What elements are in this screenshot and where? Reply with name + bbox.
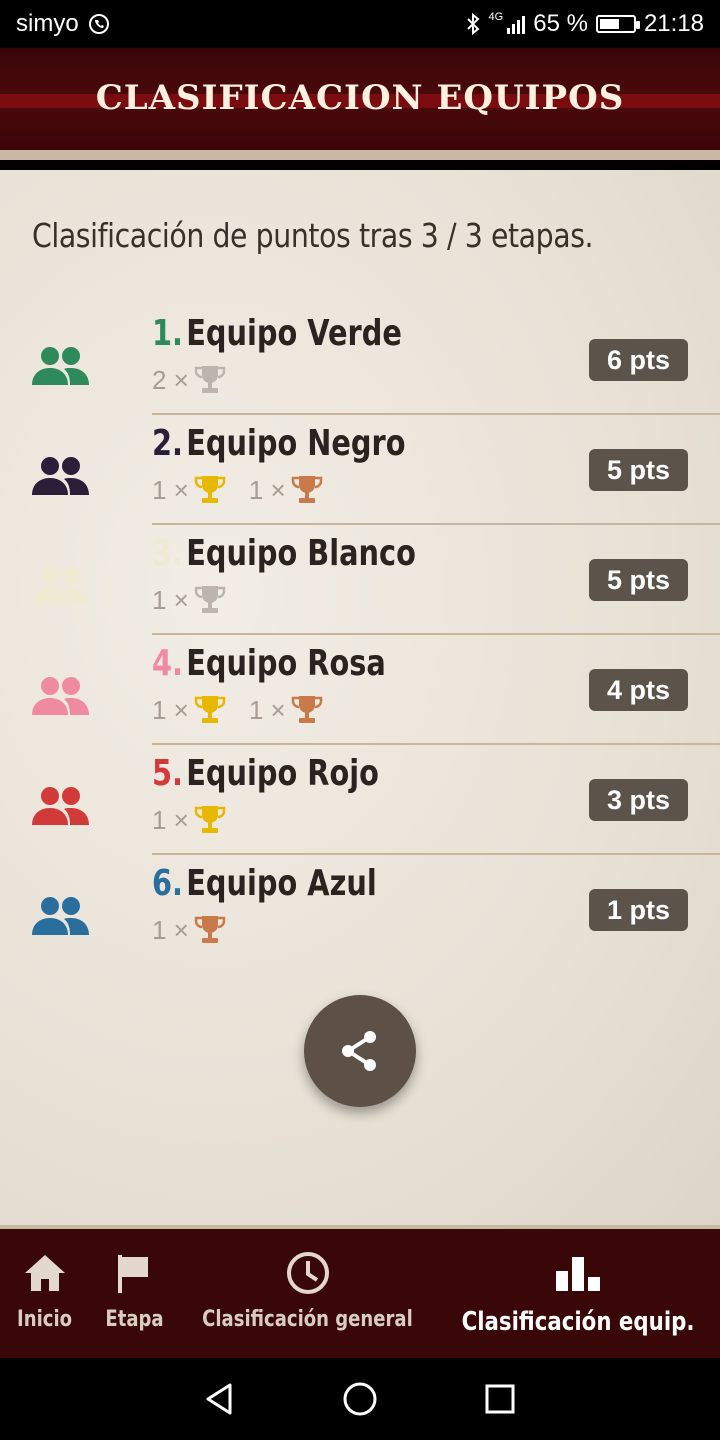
- trophy-count: 1 ×: [152, 474, 189, 505]
- podium-icon: [554, 1249, 602, 1297]
- nav-label: Clasificación general: [202, 1307, 413, 1332]
- bluetooth-icon: [466, 12, 480, 36]
- team-row[interactable]: 1.Equipo Verde 2 × 6 pts: [0, 305, 720, 415]
- points-badge: 3 pts: [589, 779, 688, 821]
- team-rank: 2.: [152, 423, 183, 464]
- app-header: CLASIFICACION EQUIPOS: [0, 48, 720, 160]
- nav-label: Inicio: [17, 1307, 73, 1332]
- team-name: Equipo Verde: [186, 313, 402, 354]
- trophy-count: 1 ×: [152, 694, 189, 725]
- team-icon: [32, 897, 89, 935]
- team-rank: 5.: [152, 753, 183, 794]
- bronze-trophy-icon: [194, 916, 226, 943]
- team-rank: 4.: [152, 643, 183, 684]
- team-name-line: 1.Equipo Verde: [152, 313, 402, 354]
- nav-label: Etapa: [105, 1307, 164, 1332]
- nav-label: Clasificación equip.: [461, 1307, 695, 1337]
- back-icon[interactable]: [200, 1379, 240, 1419]
- trophy-group: 1 ×: [152, 913, 227, 947]
- trophy-summary: 1 × 1 ×: [152, 473, 324, 507]
- home-circle-icon[interactable]: [340, 1379, 380, 1419]
- trophy-group: 1 ×: [152, 473, 227, 507]
- clock-icon: [284, 1249, 332, 1297]
- points-badge: 6 pts: [589, 339, 688, 381]
- points-badge: 4 pts: [589, 669, 688, 711]
- trophy-count: 1 ×: [152, 914, 189, 945]
- bronze-trophy-icon: [291, 476, 322, 503]
- silver-trophy-icon: [194, 366, 226, 393]
- trophy-count: 1 ×: [152, 584, 189, 615]
- network-type: 4G: [488, 11, 504, 23]
- nav-item-clasificacion-equip[interactable]: Clasificación equip.: [436, 1229, 720, 1358]
- battery-level: [599, 19, 620, 29]
- flag-icon: [110, 1249, 158, 1297]
- team-row[interactable]: 5.Equipo Rojo 1 × 3 pts: [0, 745, 720, 855]
- trophy-group: 1 ×: [152, 803, 227, 837]
- team-row[interactable]: 3.Equipo Blanco 1 × 5 pts: [0, 525, 720, 635]
- trophy-summary: 1 ×: [152, 583, 227, 617]
- team-rank: 6.: [152, 863, 183, 904]
- trophy-count: 1 ×: [248, 474, 286, 505]
- standings-subtitle: Clasificación de puntos tras 3 / 3 etapa…: [32, 216, 594, 255]
- team-name: Equipo Negro: [186, 423, 406, 464]
- system-nav: [0, 1358, 720, 1440]
- team-icon: [32, 347, 89, 385]
- team-rank: 3.: [152, 533, 183, 574]
- battery-percent: 65 %: [533, 10, 588, 37]
- signal-icon: [507, 14, 526, 34]
- team-name-line: 2.Equipo Negro: [152, 423, 406, 464]
- nav-item-inicio[interactable]: Inicio: [0, 1229, 90, 1358]
- trophy-summary: 1 ×: [152, 803, 227, 837]
- silver-trophy-icon: [194, 586, 226, 613]
- team-icon: [32, 457, 89, 495]
- gold-trophy-icon: [194, 806, 226, 833]
- bottom-nav: Inicio Etapa Clasificación general Clasi…: [0, 1225, 720, 1358]
- team-name: Equipo Rojo: [186, 753, 379, 794]
- team-name-line: 6.Equipo Azul: [152, 863, 377, 904]
- clock-time: 21:18: [643, 10, 704, 37]
- team-icon: [32, 787, 89, 825]
- points-badge: 1 pts: [589, 889, 688, 931]
- points-badge: 5 pts: [589, 559, 688, 601]
- recents-icon[interactable]: [480, 1379, 520, 1419]
- trophy-count: 1 ×: [152, 804, 189, 835]
- team-icon: [32, 567, 89, 605]
- nav-item-etapa[interactable]: Etapa: [90, 1229, 180, 1358]
- trophy-group: 1 ×: [249, 473, 324, 507]
- team-row[interactable]: 2.Equipo Negro 1 × 1 × 5 pts: [0, 415, 720, 525]
- team-row[interactable]: 6.Equipo Azul 1 × 1 pts: [0, 855, 720, 965]
- team-name: Equipo Azul: [186, 863, 377, 904]
- team-row[interactable]: 4.Equipo Rosa 1 × 1 × 4 pts: [0, 635, 720, 745]
- team-name-line: 4.Equipo Rosa: [152, 643, 386, 684]
- share-button[interactable]: [304, 995, 416, 1107]
- team-name: Equipo Rosa: [186, 643, 386, 684]
- trophy-summary: 2 ×: [152, 363, 227, 397]
- gold-trophy-icon: [194, 696, 226, 723]
- team-rank: 1.: [152, 313, 183, 354]
- team-name-line: 3.Equipo Blanco: [152, 533, 416, 574]
- content-area: Clasificación de puntos tras 3 / 3 etapa…: [0, 170, 720, 1225]
- home-icon: [21, 1249, 69, 1297]
- trophy-group: 1 ×: [249, 693, 324, 727]
- trophy-count: 1 ×: [248, 694, 286, 725]
- whatsapp-icon: [88, 14, 109, 34]
- trophy-summary: 1 ×: [152, 913, 227, 947]
- team-name: Equipo Blanco: [186, 533, 416, 574]
- status-bar: simyo 4G 65 % 21:18: [0, 0, 720, 48]
- team-icon: [32, 677, 89, 715]
- trophy-group: 2 ×: [152, 363, 227, 397]
- team-name-line: 5.Equipo Rojo: [152, 753, 379, 794]
- trophy-group: 1 ×: [152, 693, 227, 727]
- bronze-trophy-icon: [291, 696, 322, 723]
- battery-icon: [595, 15, 640, 33]
- nav-item-clasificacion-general[interactable]: Clasificación general: [179, 1229, 436, 1358]
- share-icon: [342, 1031, 376, 1071]
- carrier-label: simyo: [16, 10, 79, 37]
- trophy-group: 1 ×: [152, 583, 227, 617]
- gold-trophy-icon: [194, 476, 226, 503]
- page-title: CLASIFICACION EQUIPOS: [95, 78, 625, 118]
- trophy-count: 2 ×: [152, 364, 189, 395]
- trophy-summary: 1 × 1 ×: [152, 693, 324, 727]
- points-badge: 5 pts: [589, 449, 688, 491]
